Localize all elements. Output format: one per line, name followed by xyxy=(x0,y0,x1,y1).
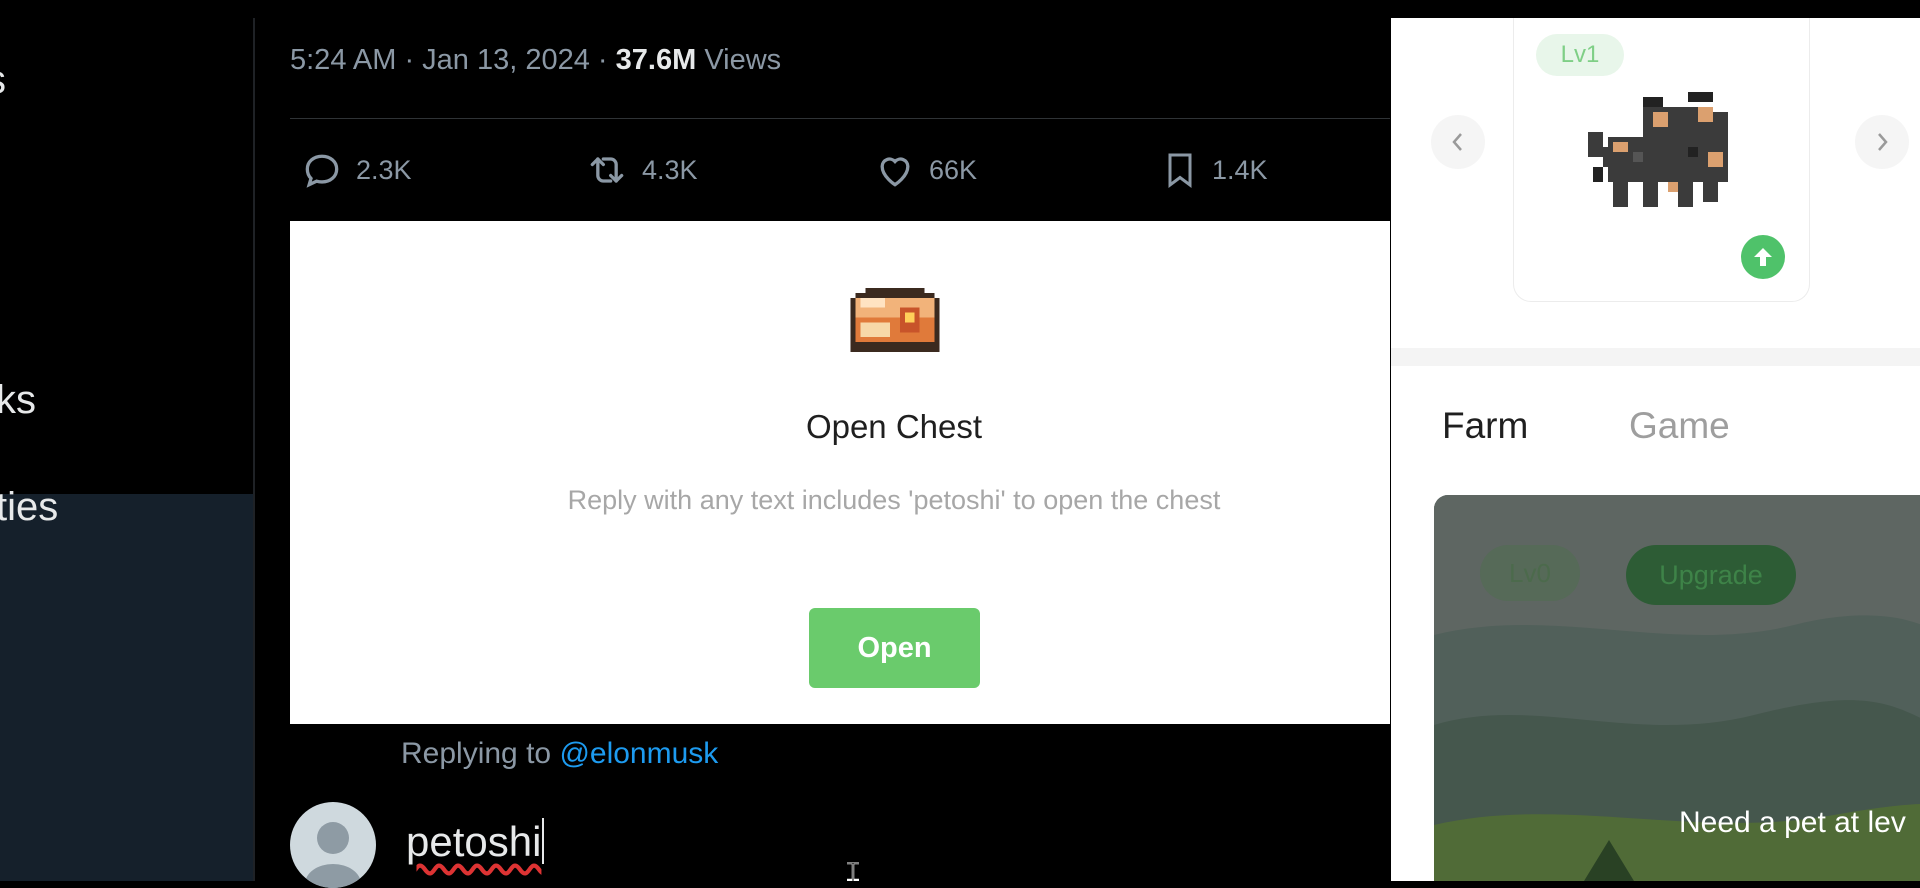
text-caret xyxy=(542,818,545,864)
reply-count: 2.3K xyxy=(356,154,412,185)
tweet-meta: 5:24 AM · Jan 13, 2024 · 37.6M Views xyxy=(290,44,781,77)
bookmark-count: 1.4K xyxy=(1212,154,1268,185)
repost-button[interactable]: 4.3K xyxy=(584,145,698,195)
pet-level-badge: Lv1 xyxy=(1536,34,1624,76)
repost-icon xyxy=(590,157,624,183)
like-icon xyxy=(880,157,910,187)
chevron-right-icon xyxy=(1878,133,1888,151)
upgrade-arrow-icon xyxy=(1754,248,1772,266)
tab-farm[interactable]: Farm xyxy=(1442,405,1528,447)
tweet-timestamp[interactable]: 5:24 AM · Jan 13, 2024 · xyxy=(290,44,616,76)
reply-icon xyxy=(305,154,339,188)
section-divider xyxy=(1391,348,1920,366)
sidebar-divider xyxy=(253,18,255,881)
farm-level-badge: Lv0 xyxy=(1480,545,1580,601)
pet-sprite xyxy=(1588,92,1728,207)
repost-count: 4.3K xyxy=(642,154,698,185)
bookmark-button[interactable]: 1.4K xyxy=(1160,145,1268,195)
reply-input-value: petoshi xyxy=(406,818,542,865)
farm-upgrade-button[interactable]: Upgrade xyxy=(1626,545,1796,605)
reply-text-input[interactable]: petoshi xyxy=(406,818,545,866)
views-count: 37.6M xyxy=(615,44,697,76)
views-label: Views xyxy=(696,44,782,76)
reply-button[interactable]: 2.3K xyxy=(300,145,412,195)
sidebar-item-label[interactable]: s xyxy=(0,58,6,103)
chest-icon xyxy=(850,288,940,352)
text-cursor-icon xyxy=(847,862,859,881)
tab-game[interactable]: Game xyxy=(1629,405,1730,447)
chevron-left-icon xyxy=(1452,133,1462,151)
next-pet-button[interactable] xyxy=(1855,115,1909,169)
avatar-placeholder-icon xyxy=(305,822,361,888)
divider xyxy=(290,118,1390,119)
like-count: 66K xyxy=(929,154,978,185)
replying-handle-link[interactable]: @elonmusk xyxy=(559,737,718,770)
open-chest-button[interactable]: Open xyxy=(809,608,980,688)
like-button[interactable]: 66K xyxy=(873,145,977,195)
prev-pet-button[interactable] xyxy=(1431,115,1485,169)
replying-prefix: Replying to xyxy=(401,737,560,770)
avatar[interactable] xyxy=(290,802,376,888)
upgrade-pet-button[interactable] xyxy=(1741,235,1785,279)
replying-to: Replying to @elonmusk xyxy=(401,737,718,771)
sidebar-lower-panel xyxy=(0,494,255,881)
bookmark-icon xyxy=(1168,153,1192,188)
farm-requirement-note: Need a pet at lev xyxy=(1679,806,1906,839)
